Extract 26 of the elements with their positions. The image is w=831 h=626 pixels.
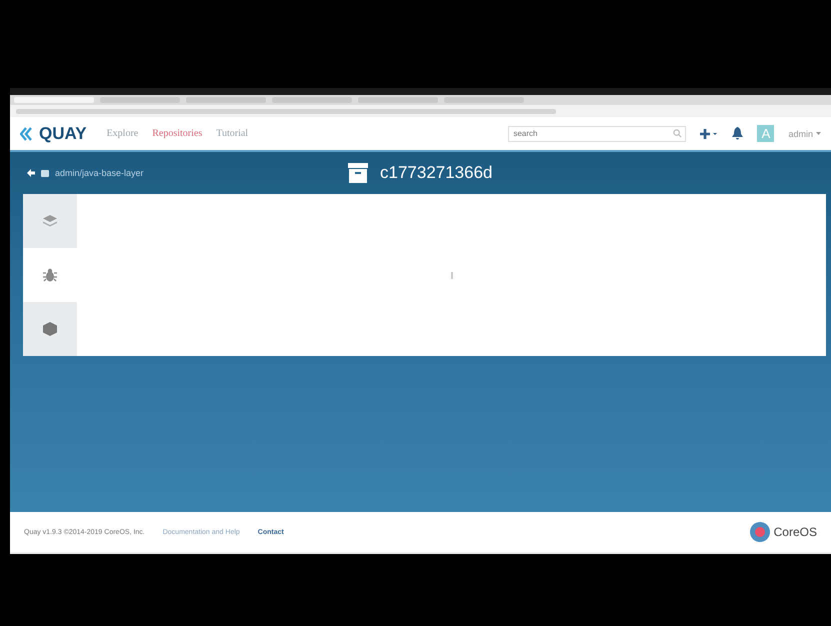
archive-icon	[348, 163, 368, 183]
nav-link[interactable]: Repositories	[152, 128, 202, 139]
side-tab[interactable]	[23, 194, 77, 248]
plus-icon[interactable]	[700, 128, 718, 138]
back-arrow-icon[interactable]	[27, 169, 35, 177]
breadcrumb-link[interactable]: admin/java-base-layer	[55, 168, 144, 178]
bell-icon[interactable]	[732, 127, 744, 140]
search-icon	[673, 129, 682, 138]
user-avatar[interactable]: A	[757, 125, 774, 142]
search-field[interactable]: search	[508, 126, 686, 142]
nav-link[interactable]: Tutorial	[216, 128, 248, 139]
side-tab[interactable]	[23, 302, 77, 356]
user-menu[interactable]: admin	[788, 128, 821, 138]
address-bar[interactable]	[16, 108, 556, 114]
logo-text: CoreOS	[774, 525, 817, 539]
logo-icon	[750, 522, 770, 542]
logo-text: QUAY	[39, 124, 87, 144]
page-title: c1773271366d	[380, 163, 493, 183]
caret-icon	[816, 132, 821, 135]
repository-icon	[41, 170, 49, 176]
package-icon	[42, 321, 58, 337]
layers-icon	[42, 214, 58, 228]
loading-indicator	[450, 272, 452, 278]
browser-tab[interactable]	[14, 97, 94, 103]
nav-link[interactable]: Explore	[106, 128, 138, 139]
bug-icon	[42, 267, 58, 283]
